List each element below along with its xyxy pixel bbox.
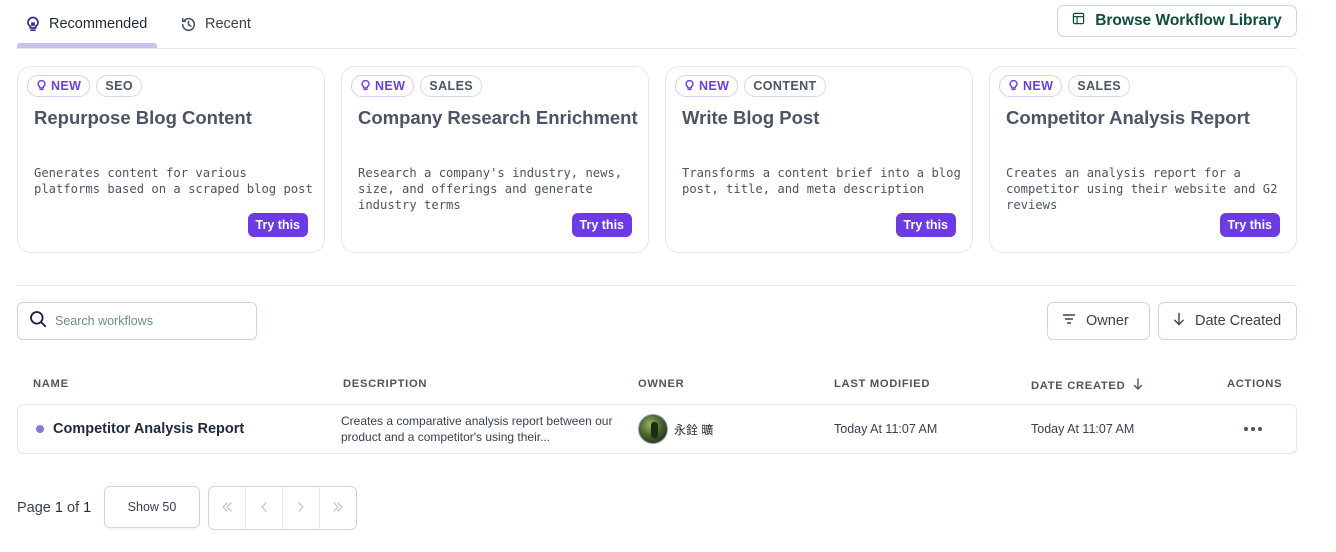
column-header-description: DESCRIPTION (343, 378, 428, 390)
lightbulb-icon (360, 79, 371, 94)
tab-recent[interactable]: Recent (180, 0, 251, 48)
card-description: Generates content for various platforms … (34, 166, 313, 196)
tab-recommended[interactable]: Recommended (25, 0, 147, 48)
card-badges: NEW SALES (999, 75, 1131, 97)
card-title: Repurpose Blog Content (34, 107, 252, 128)
lightbulb-icon (25, 16, 41, 32)
browse-workflow-library-button[interactable]: Browse Workflow Library (1057, 5, 1297, 37)
try-this-button[interactable]: Try this (895, 213, 956, 237)
tab-label: Recent (205, 16, 251, 32)
total-pages: 1 (83, 500, 92, 516)
page-prefix: Page (17, 500, 51, 516)
double-chevron-left-icon (221, 500, 233, 516)
category-badge: CONTENT (744, 75, 826, 97)
workflow-description: Creates a comparative analysis report be… (341, 414, 613, 444)
previous-page-button[interactable] (246, 487, 283, 529)
next-page-button[interactable] (283, 487, 320, 529)
owner-name: 永銓 曠 (674, 422, 714, 437)
date-created-sort-button[interactable]: Date Created (1158, 302, 1297, 340)
lightbulb-icon (1008, 79, 1019, 94)
filter-icon (1062, 313, 1076, 329)
new-badge: NEW (351, 75, 415, 97)
table-row[interactable]: Competitor Analysis Report Creates a com… (17, 404, 1297, 454)
section-divider (17, 285, 1297, 286)
try-this-button[interactable]: Try this (247, 213, 308, 237)
badge-label: NEW (699, 79, 730, 93)
category-badge: SALES (1068, 75, 1131, 97)
library-icon (1072, 12, 1085, 30)
first-page-button[interactable] (209, 487, 246, 529)
last-modified-value: Today At 11:07 AM (834, 422, 938, 436)
try-this-button[interactable]: Try this (1219, 213, 1280, 237)
column-header-date-created[interactable]: DATE CREATED (1031, 378, 1143, 393)
lightbulb-icon (684, 79, 695, 94)
active-tab-indicator (17, 43, 157, 48)
page-of-label: of (67, 500, 80, 516)
column-header-last-modified[interactable]: LAST MODIFIED (834, 378, 930, 390)
avatar (638, 414, 668, 444)
workflow-card[interactable]: NEW SALES Competitor Analysis Report Cre… (989, 66, 1297, 253)
double-chevron-right-icon (332, 500, 344, 516)
card-description: Creates an analysis report for a competi… (1006, 166, 1278, 212)
card-badges: NEW SALES (351, 75, 483, 97)
arrow-down-icon (1173, 312, 1185, 330)
more-actions-icon[interactable] (1244, 421, 1262, 437)
column-header-owner[interactable]: OWNER (638, 378, 684, 390)
sort-arrow-down-icon (1133, 378, 1143, 393)
date-created-sort-label: Date Created (1195, 313, 1282, 329)
browse-label: Browse Workflow Library (1095, 12, 1282, 29)
badge-label: NEW (375, 79, 406, 93)
owner-cell: 永銓 曠 (638, 414, 713, 444)
badge-label: NEW (1023, 79, 1054, 93)
new-badge: NEW (999, 75, 1063, 97)
history-icon (180, 16, 197, 33)
status-dot (36, 425, 44, 433)
last-page-button[interactable] (320, 487, 356, 529)
date-created-value: Today At 11:07 AM (1031, 422, 1135, 436)
tab-label: Recommended (49, 16, 148, 32)
card-title: Company Research Enrichment (358, 107, 638, 128)
owner-filter-label: Owner (1086, 313, 1129, 329)
workflow-card[interactable]: NEW CONTENT Write Blog Post Transforms a… (665, 66, 973, 253)
workflow-name-cell[interactable]: Competitor Analysis Report (36, 421, 244, 437)
search-box[interactable] (17, 302, 257, 340)
badge-label: NEW (51, 79, 82, 93)
column-header-label: DATE CREATED (1031, 379, 1126, 392)
search-icon (29, 310, 47, 333)
chevron-right-icon (296, 500, 306, 516)
lightbulb-icon (36, 79, 47, 94)
card-title: Write Blog Post (682, 107, 820, 128)
column-header-name[interactable]: NAME (33, 378, 69, 390)
page-indicator: Page 1 of 1 (17, 500, 91, 516)
current-page: 1 (54, 500, 63, 516)
card-description: Research a company's industry, news, siz… (358, 166, 623, 212)
column-header-actions: ACTIONS (1227, 378, 1283, 390)
search-input[interactable] (55, 314, 235, 328)
card-description: Transforms a content brief into a blog p… (682, 166, 961, 196)
workflow-card[interactable]: NEW SALES Company Research Enrichment Re… (341, 66, 649, 253)
category-badge: SALES (420, 75, 483, 97)
pagination-controls (208, 486, 357, 530)
workflow-card[interactable]: NEW SEO Repurpose Blog Content Generates… (17, 66, 325, 253)
try-this-button[interactable]: Try this (571, 213, 632, 237)
new-badge: NEW (27, 75, 91, 97)
page-size-button[interactable]: Show 50 (104, 486, 200, 528)
workflow-name: Competitor Analysis Report (53, 421, 245, 437)
card-title: Competitor Analysis Report (1006, 107, 1250, 128)
owner-filter-button[interactable]: Owner (1047, 302, 1150, 340)
card-badges: NEW SEO (27, 75, 142, 97)
new-badge: NEW (675, 75, 739, 97)
chevron-left-icon (259, 500, 269, 516)
category-badge: SEO (96, 75, 142, 97)
card-badges: NEW CONTENT (675, 75, 826, 97)
